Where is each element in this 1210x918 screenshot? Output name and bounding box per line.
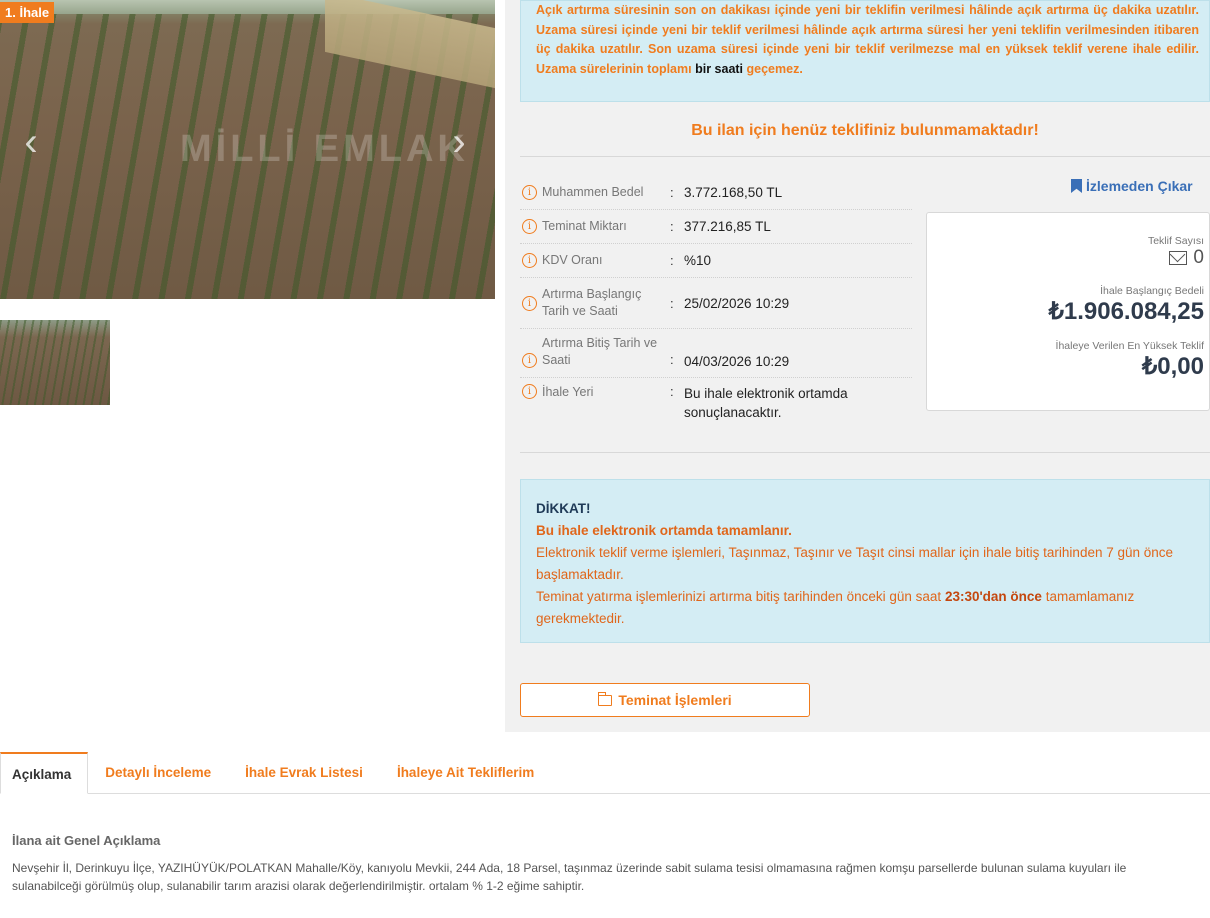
extension-info-text: Açık artırma süresinin son on dakikası i… <box>536 3 1199 76</box>
detail-label: Muhammen Bedel <box>542 185 644 199</box>
unwatch-label: İzlemeden Çıkar <box>1086 178 1193 194</box>
detail-label: Artırma Bitiş Tarih ve Saati <box>542 336 658 367</box>
alert-line-3-start: Teminat yatırma işlemlerinizi artırma bi… <box>536 589 942 604</box>
detail-row-vat-rate: i KDV Oranı : %10 <box>520 244 912 278</box>
detail-row-auction-place: i İhale Yeri : Bu ihale elektronik ortam… <box>520 378 912 426</box>
start-price-label: İhale Başlangıç Bedeli <box>1100 285 1204 297</box>
guarantee-operations-button[interactable]: Teminat İşlemleri <box>520 683 810 717</box>
detail-value: %10 <box>684 253 712 268</box>
detail-label: Artırma Başlangıç Tarih ve Saati <box>542 287 642 318</box>
description-text: Nevşehir İl, Derinkuyu İlçe, YAZIHÜYÜK/P… <box>12 861 1127 893</box>
detail-value: 3.772.168,50 TL <box>684 185 783 200</box>
detail-value: 04/03/2026 10:29 <box>684 354 790 369</box>
no-bid-message: Bu ilan için henüz teklifiniz bulunmamak… <box>691 122 1039 139</box>
folder-icon <box>598 691 613 706</box>
highest-bid-value: ₺0,00 <box>1142 353 1204 380</box>
photo-thumbnail[interactable] <box>0 320 110 405</box>
main-photo[interactable]: MİLLİ EMLAK 1. İhale ‹ › <box>0 0 495 299</box>
detail-colon: : <box>670 352 674 367</box>
detail-row-end-date: i Artırma Bitiş Tarih ve Saati : 04/03/2… <box>520 329 912 378</box>
info-icon: i <box>522 185 537 200</box>
detail-row-guarantee-amount: i Teminat Miktarı : 377.216,85 TL <box>520 210 912 244</box>
offer-count-label: Teklif Sayısı <box>1147 235 1204 247</box>
detail-colon: : <box>670 295 674 311</box>
info-icon: i <box>522 295 537 311</box>
info-icon: i <box>522 219 537 234</box>
detail-colon: : <box>670 384 674 399</box>
alert-line-1: Bu ihale elektronik ortamda tamamlanır. <box>536 523 792 538</box>
alert-title: DİKKAT! <box>536 501 591 516</box>
start-price-value: ₺1.906.084,25 <box>1048 298 1204 325</box>
extension-info-end: geçemez. <box>746 61 803 76</box>
tab-description[interactable]: Açıklama <box>0 752 89 794</box>
extension-info-box: Açık artırma süresinin son on dakikası i… <box>520 0 1210 102</box>
envelope-icon <box>1169 251 1188 265</box>
alert-line-2: Elektronik teklif verme işlemleri, Taşın… <box>536 545 1174 582</box>
next-arrow-icon[interactable]: › <box>444 122 474 162</box>
bookmark-icon <box>1071 179 1082 193</box>
detail-value: Bu ihale elektronik ortamda sonuçlanacak… <box>684 386 848 420</box>
description-title: İlana ait Genel Açıklama <box>12 833 161 848</box>
divider <box>520 452 1210 453</box>
detail-colon: : <box>670 219 674 234</box>
info-icon: i <box>522 353 537 368</box>
alert-line-3-bold: 23:30'dan önce <box>944 589 1042 604</box>
detail-value: 377.216,85 TL <box>684 219 771 234</box>
detail-label: İhale Yeri <box>542 385 594 399</box>
detail-value: 25/02/2026 10:29 <box>684 295 790 311</box>
photo-gallery: MİLLİ EMLAK 1. İhale ‹ › <box>0 0 505 732</box>
offer-count-value: 0 <box>1193 247 1204 268</box>
detail-colon: : <box>670 253 674 268</box>
info-icon: i <box>522 253 537 268</box>
photo-badge: 1. İhale <box>0 2 55 23</box>
detail-label: Teminat Miktarı <box>542 219 627 233</box>
auction-details-list: i Muhammen Bedel : 3.772.168,50 TL i Tem… <box>520 176 912 426</box>
attention-alert: DİKKAT! Bu ihale elektronik ortamda tama… <box>520 479 1210 643</box>
tab-document-list[interactable]: İhale Evrak Listesi <box>228 752 380 793</box>
detail-label: KDV Oranı <box>542 253 603 267</box>
offer-count-row: 0 <box>927 247 1204 269</box>
tab-detailed-review[interactable]: Detaylı İnceleme <box>88 752 228 793</box>
prev-arrow-icon[interactable]: ‹ <box>16 122 46 162</box>
unwatch-link[interactable]: İzlemeden Çıkar <box>1071 178 1193 194</box>
content-tabs: Açıklama Detaylı İnceleme İhale Evrak Li… <box>0 752 1210 794</box>
auction-info-panel: Açık artırma süresinin son on dakikası i… <box>505 0 1210 732</box>
extension-info-highlight: bir saati <box>695 61 744 76</box>
divider <box>520 156 1210 157</box>
highest-bid-label: İhaleye Verilen En Yüksek Teklif <box>1055 340 1204 352</box>
info-icon: i <box>522 384 537 399</box>
detail-row-start-date: i Artırma Başlangıç Tarih ve Saati : 25/… <box>520 278 912 329</box>
bid-summary-card: Teklif Sayısı 0 İhale Başlangıç Bedeli ₺… <box>926 212 1210 411</box>
detail-row-estimated-value: i Muhammen Bedel : 3.772.168,50 TL <box>520 176 912 210</box>
guarantee-button-label: Teminat İşlemleri <box>618 692 732 708</box>
alert-line-3: Teminat yatırma işlemlerinizi artırma bi… <box>536 586 1199 630</box>
tab-my-bids[interactable]: İhaleye Ait Tekliflerim <box>380 752 551 793</box>
detail-colon: : <box>670 185 674 200</box>
photo-watermark: MİLLİ EMLAK <box>180 128 469 170</box>
